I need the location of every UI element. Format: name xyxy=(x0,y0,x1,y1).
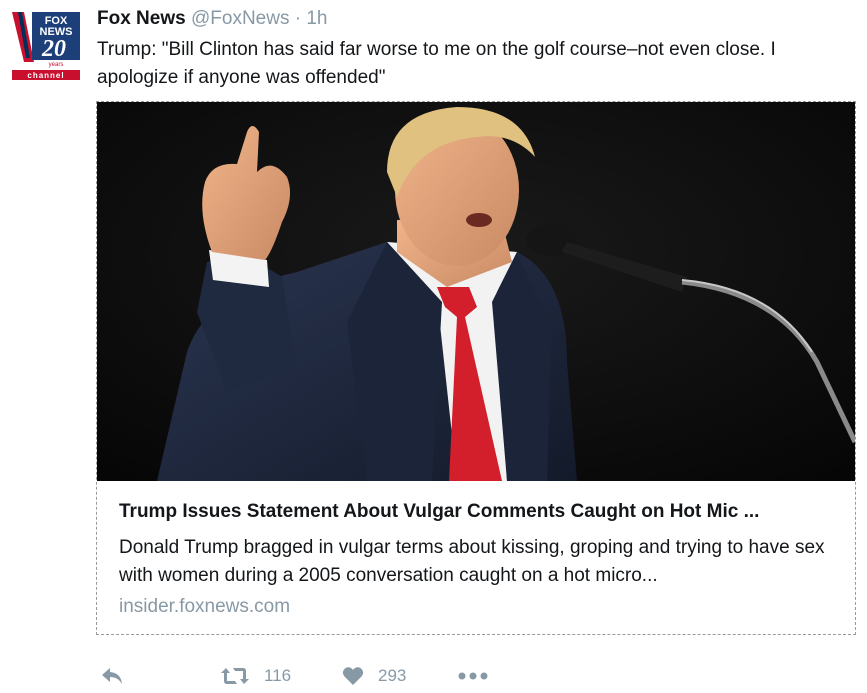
fox-news-logo: FOX NEWS 20 years channel xyxy=(10,10,82,82)
card-image[interactable] xyxy=(97,102,855,481)
tweet-header: Fox News @FoxNews · 1h xyxy=(97,8,328,30)
logo-text-years: years xyxy=(49,62,64,68)
card-domain[interactable]: insider.foxnews.com xyxy=(119,596,290,618)
more-button[interactable] xyxy=(458,660,488,692)
author-handle[interactable]: @FoxNews xyxy=(191,8,289,29)
logo-text-channel: channel xyxy=(27,71,64,80)
card-title[interactable]: Trump Issues Statement About Vulgar Comm… xyxy=(119,501,839,523)
tweet-text: Trump: "Bill Clinton has said far worse … xyxy=(97,39,776,88)
more-icon xyxy=(458,672,488,680)
speaker-photo xyxy=(97,102,855,481)
link-card[interactable]: Trump Issues Statement About Vulgar Comm… xyxy=(96,101,856,635)
card-description: Donald Trump bragged in vulgar terms abo… xyxy=(119,537,825,586)
avatar[interactable]: FOX NEWS 20 years channel xyxy=(10,10,82,82)
retweet-count: 116 xyxy=(264,666,292,685)
reply-button[interactable] xyxy=(100,660,124,692)
retweet-icon xyxy=(221,668,249,684)
like-button[interactable]: 293 xyxy=(342,660,406,692)
reply-icon xyxy=(102,668,122,684)
logo-text-twenty: 20 xyxy=(41,36,66,62)
author-name[interactable]: Fox News xyxy=(97,8,186,29)
like-count: 293 xyxy=(378,666,407,685)
retweet-button[interactable]: 116 xyxy=(220,660,291,692)
time-separator: · xyxy=(294,8,302,29)
timestamp[interactable]: 1h xyxy=(306,8,327,29)
heart-icon xyxy=(342,667,364,685)
tweet-actions: 116 293 xyxy=(96,660,516,692)
